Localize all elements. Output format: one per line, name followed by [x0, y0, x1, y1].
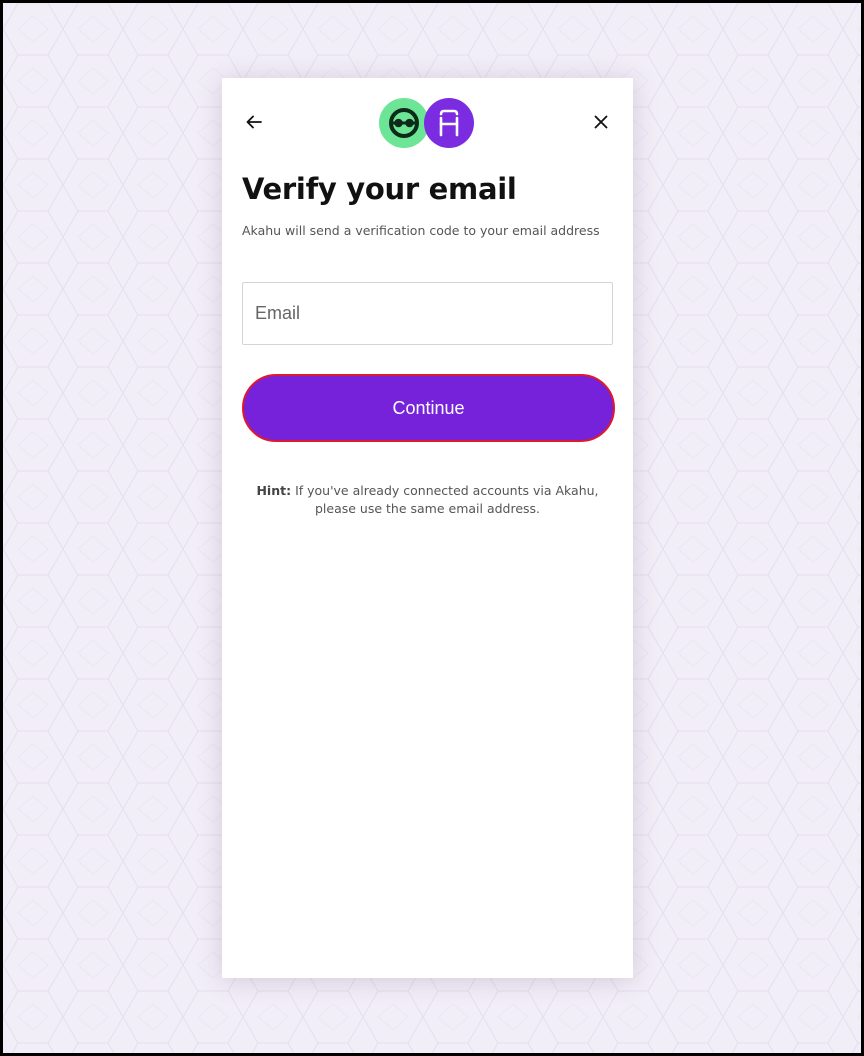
modal-header	[222, 78, 633, 178]
page-background: Verify your email Akahu will send a veri…	[3, 3, 861, 1053]
page-subtitle: Akahu will send a verification code to y…	[242, 223, 600, 238]
close-icon	[594, 115, 608, 129]
arrow-left-icon	[246, 115, 262, 129]
email-input[interactable]	[242, 282, 613, 345]
verify-email-modal: Verify your email Akahu will send a veri…	[222, 78, 633, 978]
akahu-logo-icon	[439, 109, 459, 137]
page-title: Verify your email	[242, 172, 517, 206]
continue-button[interactable]: Continue	[242, 374, 615, 442]
logo-group	[379, 98, 475, 150]
hint-text: Hint: If you've already connected accoun…	[242, 482, 613, 518]
app-logo	[379, 98, 429, 148]
app-logo-icon	[389, 108, 419, 138]
hint-message: If you've already connected accounts via…	[291, 483, 599, 516]
hint-label: Hint:	[256, 483, 292, 498]
akahu-logo	[424, 98, 474, 148]
close-button[interactable]	[587, 108, 615, 136]
back-button[interactable]	[240, 108, 268, 136]
